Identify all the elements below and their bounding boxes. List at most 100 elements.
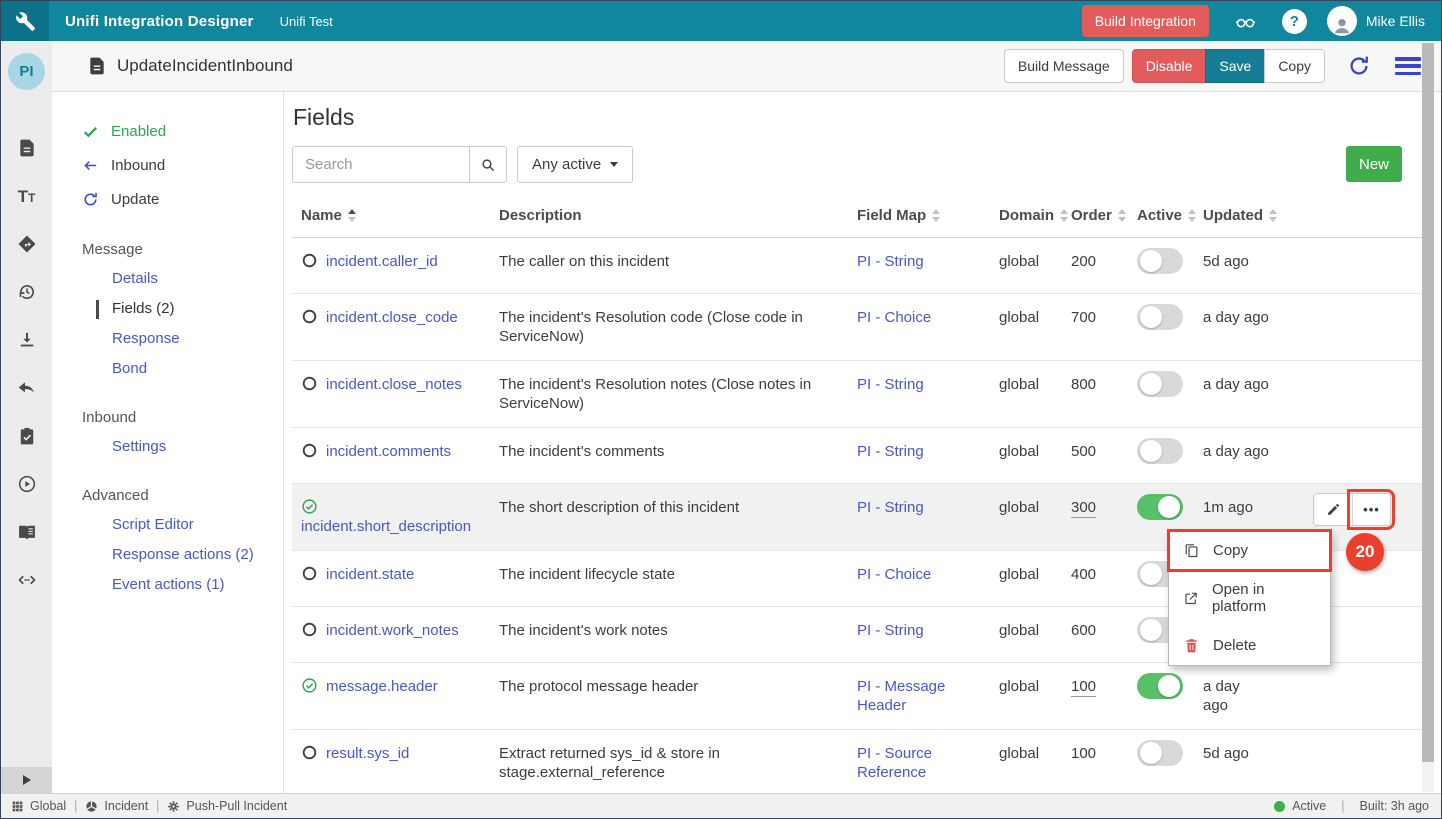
field-name-link[interactable]: incident.caller_id — [326, 253, 438, 270]
active-toggle[interactable] — [1137, 304, 1183, 330]
rail-item-book[interactable] — [16, 522, 38, 542]
field-map-cell: PI - String — [857, 375, 999, 413]
rail-item-text-format[interactable]: TT — [16, 186, 38, 206]
field-map-cell: PI - Choice — [857, 308, 999, 346]
sidebar-item-script-editor[interactable]: Script Editor — [82, 510, 283, 540]
expand-rail-button[interactable] — [1, 767, 52, 793]
scrollbar-thumb[interactable] — [1422, 43, 1434, 762]
field-name-link[interactable]: result.sys_id — [326, 745, 409, 762]
rail-item-task-check[interactable] — [16, 426, 38, 446]
sidebar-item-bond[interactable]: Bond — [82, 354, 283, 384]
field-map-link[interactable]: PI - String — [857, 253, 924, 270]
field-name-link[interactable]: message.header — [326, 678, 438, 695]
field-map-link[interactable]: PI - String — [857, 622, 924, 639]
status-bar-global[interactable]: Global — [11, 799, 66, 813]
row-actions-cell — [1313, 744, 1427, 782]
save-button[interactable]: Save — [1205, 49, 1265, 83]
rail-item-file[interactable] — [16, 138, 38, 158]
search-input[interactable] — [292, 146, 469, 183]
active-toggle[interactable] — [1137, 494, 1183, 520]
sidebar-item-fields-2[interactable]: Fields (2) — [82, 294, 283, 324]
incident-icon — [85, 800, 98, 813]
status-bar-incident[interactable]: Incident — [85, 799, 148, 813]
sidebar-item-settings[interactable]: Settings — [82, 432, 283, 462]
header-button-group: Disable Save Copy — [1132, 49, 1325, 83]
context-menu-item-copy[interactable]: Copy — [1169, 531, 1330, 570]
context-menu-item-open-in-platform[interactable]: Open in platform — [1169, 570, 1330, 626]
column-header-order[interactable]: Order — [1071, 207, 1137, 224]
field-map-link[interactable]: PI - String — [857, 443, 924, 460]
column-header-domain[interactable]: Domain — [999, 207, 1071, 224]
field-map-link[interactable]: PI - Choice — [857, 309, 931, 326]
rail-item-history[interactable] — [16, 282, 38, 302]
new-field-button[interactable]: New — [1346, 146, 1402, 182]
refresh-arrow-icon — [1347, 54, 1371, 78]
field-map-link[interactable]: PI - Choice — [857, 566, 931, 583]
field-name-link[interactable]: incident.state — [326, 566, 414, 583]
status-bar-push-pull-incident[interactable]: Push-Pull Incident — [167, 799, 287, 813]
sidebar-item-event-actions-1[interactable]: Event actions (1) — [82, 570, 283, 600]
sidebar-item-response[interactable]: Response — [82, 324, 283, 354]
field-name-link[interactable]: incident.comments — [326, 443, 451, 460]
build-integration-button[interactable]: Build Integration — [1082, 5, 1209, 37]
field-name-link[interactable]: incident.close_code — [326, 309, 458, 326]
order-value: 200 — [1071, 253, 1096, 270]
refresh-icon — [82, 191, 99, 208]
nav-section-title: Advanced — [82, 480, 283, 510]
help-icon[interactable]: ? — [1282, 9, 1307, 34]
user-menu[interactable]: Mike Ellis — [1327, 6, 1425, 36]
active-toggle[interactable] — [1137, 740, 1183, 766]
order-editable-value[interactable]: 300 — [1071, 499, 1096, 518]
active-filter-dropdown[interactable]: Any active — [517, 146, 633, 183]
active-toggle[interactable] — [1137, 248, 1183, 274]
app-title: Unifi Integration Designer — [65, 13, 254, 30]
column-header-active[interactable]: Active — [1137, 207, 1203, 224]
field-map-cell: PI - Choice — [857, 565, 999, 592]
field-map-link[interactable]: PI - Message Header — [857, 678, 945, 714]
edit-field-button[interactable] — [1314, 494, 1352, 525]
field-updated: 5d ago — [1203, 252, 1313, 279]
field-description: The incident's Resolution code (Close co… — [499, 308, 857, 346]
field-name-link[interactable]: incident.short_description — [301, 518, 471, 535]
disable-button[interactable]: Disable — [1132, 49, 1207, 83]
rail-item-reply[interactable] — [16, 378, 38, 398]
order-editable-value[interactable]: 100 — [1071, 678, 1096, 697]
document-header: UpdateIncidentInbound Build Message Disa… — [52, 41, 1441, 92]
field-active-cell — [1137, 375, 1203, 413]
refresh-icon[interactable] — [1347, 54, 1371, 78]
field-name-link[interactable]: incident.work_notes — [326, 622, 459, 639]
column-header-updated[interactable]: Updated — [1203, 207, 1313, 224]
field-map-link[interactable]: PI - String — [857, 376, 924, 393]
menu-icon[interactable] — [1395, 57, 1421, 75]
search-button[interactable] — [469, 146, 507, 183]
active-toggle[interactable] — [1137, 673, 1183, 699]
field-active-cell — [1137, 442, 1203, 469]
field-order: 700 — [1071, 308, 1137, 346]
column-header-field-map[interactable]: Field Map — [857, 207, 999, 224]
field-name-link[interactable]: incident.close_notes — [326, 376, 462, 393]
nav-status-label: Inbound — [111, 157, 165, 174]
column-header-name[interactable]: Name — [301, 207, 499, 224]
rail-item-play-circle[interactable] — [16, 474, 38, 494]
row-menu-button[interactable]: ••• — [1352, 494, 1390, 525]
rail-item-download[interactable] — [16, 330, 38, 350]
row-actions-cell — [1313, 252, 1427, 279]
sort-arrows-icon — [1188, 209, 1196, 222]
build-message-button[interactable]: Build Message — [1004, 49, 1124, 83]
rail-item-code[interactable] — [16, 570, 38, 590]
active-toggle[interactable] — [1137, 438, 1183, 464]
rail-item-route[interactable] — [16, 234, 38, 254]
copy-button[interactable]: Copy — [1264, 49, 1325, 83]
sidebar-item-response-actions-2[interactable]: Response actions (2) — [82, 540, 283, 570]
field-description: Extract returned sys_id & store in stage… — [499, 744, 857, 782]
gear-icon — [167, 800, 180, 813]
field-map-link[interactable]: PI - Source Reference — [857, 745, 932, 781]
context-menu-item-delete[interactable]: Delete — [1169, 626, 1330, 665]
sidebar-item-details[interactable]: Details — [82, 264, 283, 294]
column-label: Domain — [999, 207, 1054, 224]
active-toggle[interactable] — [1137, 371, 1183, 397]
file-icon — [17, 138, 37, 158]
glasses-icon[interactable] — [1229, 10, 1262, 32]
field-map-link[interactable]: PI - String — [857, 499, 924, 516]
reply-icon — [17, 378, 37, 398]
